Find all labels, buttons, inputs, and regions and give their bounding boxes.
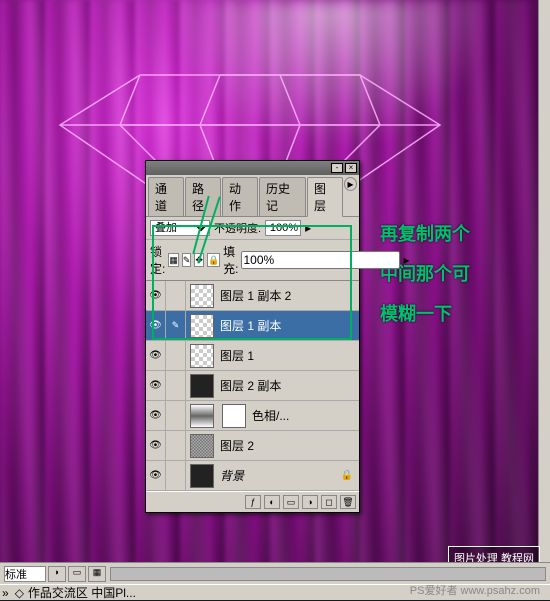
lock-label: 锁定: (150, 243, 165, 277)
lock-icon: 🔒 (335, 470, 359, 481)
layer-row[interactable]: 👁 图层 2 副本 (146, 371, 359, 401)
annotation-3: 模糊一下 (380, 300, 452, 326)
layer-thumbnail[interactable] (190, 434, 214, 458)
layer-thumbnail[interactable] (190, 344, 214, 368)
visibility-icon[interactable]: 👁 (146, 341, 166, 371)
layer-name[interactable]: 背景 (218, 467, 335, 484)
layer-name[interactable]: 色相/... (250, 407, 359, 424)
close-icon[interactable]: × (345, 163, 357, 173)
link-cell[interactable] (166, 341, 186, 371)
visibility-icon[interactable]: 👁 (146, 311, 166, 341)
layer-row[interactable]: 👁 色相/... (146, 401, 359, 431)
layer-row[interactable]: 👁 图层 1 副本 2 (146, 281, 359, 311)
layer-name[interactable]: 图层 1 副本 2 (218, 287, 359, 304)
layer-style-icon[interactable]: ƒ (245, 495, 261, 509)
panel-tabs: 通道 路径 动作 历史记 图层 ▸ (146, 175, 359, 217)
layer-thumbnail[interactable] (190, 284, 214, 308)
layer-thumbnail[interactable] (190, 404, 214, 428)
status-bar: ◗ ▭ ▦ (0, 562, 550, 584)
tab-channels[interactable]: 通道 (148, 177, 184, 216)
watermark-footer: PS爱好者 www.psahz.com (410, 582, 540, 598)
tab-layers[interactable]: 图层 (307, 177, 343, 217)
new-layer-icon[interactable]: ◻ (321, 495, 337, 509)
layers-panel: - × 通道 路径 动作 历史记 图层 ▸ 叠加 不透明度: ▸ 锁定: ▦ ✎… (145, 160, 360, 513)
layer-row[interactable]: 👁 图层 2 (146, 431, 359, 461)
panel-titlebar[interactable]: - × (146, 161, 359, 175)
layers-list: 👁图层 1 副本 2👁✎图层 1 副本👁图层 1👁图层 2 副本👁色相/...👁… (146, 281, 359, 491)
adjustment-layer-icon[interactable]: ◑ (302, 495, 318, 509)
link-cell[interactable] (166, 461, 186, 491)
layer-mask-thumbnail[interactable] (222, 404, 246, 428)
fill-input[interactable] (241, 251, 400, 269)
link-cell[interactable]: ✎ (166, 311, 186, 341)
panel-footer: ƒ ◐ ▭ ◑ ◻ 🗑 (146, 491, 359, 512)
lock-pixels-icon[interactable]: ✎ (182, 253, 192, 267)
blend-options-row: 叠加 不透明度: ▸ (146, 217, 359, 240)
opacity-label: 不透明度: (214, 220, 261, 236)
lock-all-icon[interactable]: 🔒 (207, 253, 220, 267)
taskbar-item[interactable]: 作品交流区 中国Pl... (28, 584, 136, 601)
status-track[interactable] (110, 567, 546, 581)
layer-name[interactable]: 图层 2 副本 (218, 377, 359, 394)
layer-name[interactable]: 图层 1 副本 (218, 317, 359, 334)
opacity-arrow-icon[interactable]: ▸ (305, 221, 311, 235)
delete-layer-icon[interactable]: 🗑 (340, 495, 356, 509)
layer-name[interactable]: 图层 2 (218, 437, 359, 454)
status-btn-2[interactable]: ▭ (68, 566, 86, 582)
tab-history[interactable]: 历史记 (259, 177, 306, 216)
layer-row[interactable]: 👁✎ 图层 1 副本 (146, 311, 359, 341)
opacity-input[interactable] (265, 220, 301, 236)
taskbar-arrow-icon[interactable]: » (2, 586, 9, 600)
layer-row[interactable]: 👁 背景🔒 (146, 461, 359, 491)
visibility-icon[interactable]: 👁 (146, 431, 166, 461)
fill-arrow-icon[interactable]: ▸ (403, 253, 409, 267)
new-set-icon[interactable]: ▭ (283, 495, 299, 509)
lock-options-row: 锁定: ▦ ✎ ✥ 🔒 填充: ▸ (146, 240, 359, 281)
link-cell[interactable] (166, 431, 186, 461)
layer-thumbnail[interactable] (190, 374, 214, 398)
visibility-icon[interactable]: 👁 (146, 371, 166, 401)
link-cell[interactable] (166, 401, 186, 431)
fill-label: 填充: (223, 243, 238, 277)
panel-menu-icon[interactable]: ▸ (344, 177, 357, 191)
link-cell[interactable] (166, 281, 186, 311)
layer-name[interactable]: 图层 1 (218, 347, 359, 364)
taskbar-doc-icon[interactable]: ◇ (15, 586, 24, 600)
visibility-icon[interactable]: 👁 (146, 461, 166, 491)
layer-mask-icon[interactable]: ◐ (264, 495, 280, 509)
vertical-scrollbar[interactable] (538, 0, 550, 562)
minimize-icon[interactable]: - (331, 163, 343, 173)
layer-thumbnail[interactable] (190, 314, 214, 338)
link-cell[interactable] (166, 371, 186, 401)
lock-transparency-icon[interactable]: ▦ (168, 253, 179, 267)
status-btn-3[interactable]: ▦ (88, 566, 106, 582)
tab-actions[interactable]: 动作 (222, 177, 258, 216)
layer-row[interactable]: 👁 图层 1 (146, 341, 359, 371)
visibility-icon[interactable]: 👁 (146, 281, 166, 311)
status-btn-1[interactable]: ◗ (48, 566, 66, 582)
annotation-1: 再复制两个 (380, 220, 470, 246)
zoom-input[interactable] (4, 566, 46, 582)
visibility-icon[interactable]: 👁 (146, 401, 166, 431)
layer-thumbnail[interactable] (190, 464, 214, 488)
